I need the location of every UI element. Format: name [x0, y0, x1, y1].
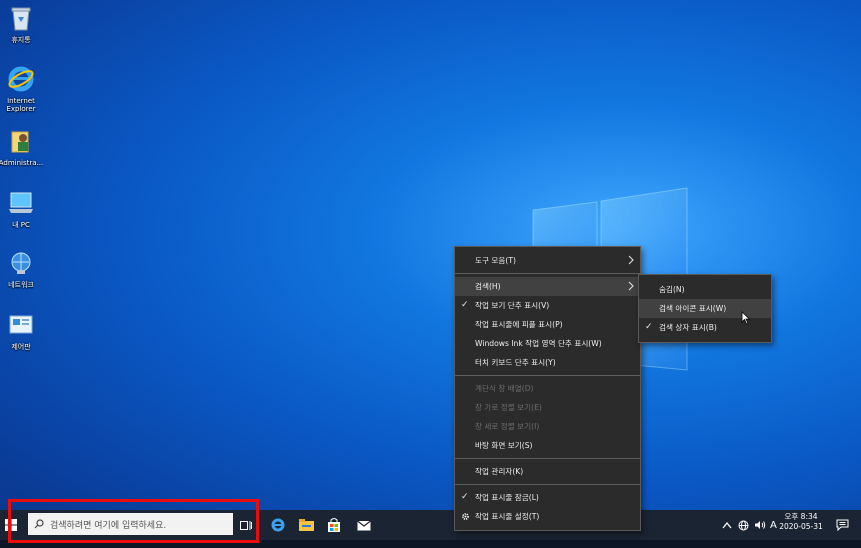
- menu-item-label: 숨김(N): [659, 285, 685, 294]
- volume-icon[interactable]: [754, 520, 766, 530]
- submenu-item-hidden[interactable]: 숨김(N): [639, 280, 771, 299]
- search-highlight-annotation: [8, 499, 259, 543]
- chevron-right-icon: [628, 281, 634, 291]
- menu-separator: [455, 458, 640, 459]
- desktop-icon-administrator[interactable]: Administra...: [0, 126, 44, 167]
- submenu-item-show-search-icon[interactable]: 검색 아이콘 표시(W): [639, 299, 771, 318]
- desktop-icon-my-pc[interactable]: 내 PC: [0, 188, 42, 229]
- submenu-item-show-search-box[interactable]: ✓ 검색 상자 표시(B): [639, 318, 771, 337]
- file-explorer-icon: [298, 519, 314, 531]
- menu-item-cascade-windows: 계단식 창 배열(D): [455, 379, 640, 398]
- notification-icon: [836, 519, 848, 531]
- menu-item-label: 검색 아이콘 표시(W): [659, 304, 727, 313]
- action-center-button[interactable]: [828, 510, 856, 540]
- menu-item-label: 검색(H): [475, 282, 501, 291]
- taskbar-context-menu: 도구 모음(T) 검색(H) ✓ 작업 보기 단추 표시(V) 작업 표시줄에 …: [454, 246, 641, 531]
- menu-item-label: 창 가로 정렬 보기(E): [475, 403, 542, 412]
- check-icon: ✓: [461, 300, 469, 310]
- internet-explorer-icon: [6, 64, 36, 94]
- menu-item-label: 작업 보기 단추 표시(V): [475, 301, 550, 310]
- task-view-button[interactable]: [232, 510, 260, 540]
- taskbar-clock[interactable]: 오후 8:34 2020-05-31: [776, 512, 826, 532]
- desktop-icon-label: 휴지통: [11, 36, 31, 44]
- store-button[interactable]: [320, 510, 348, 540]
- menu-item-search[interactable]: 검색(H): [455, 277, 640, 296]
- chevron-up-icon[interactable]: [722, 521, 732, 529]
- menu-item-task-manager[interactable]: 작업 관리자(K): [455, 462, 640, 481]
- desktop-icon-label: Internet Explorer: [6, 97, 36, 113]
- menu-item-label: Windows Ink 작업 영역 단추 표시(W): [475, 339, 602, 348]
- menu-item-label: 작업 표시줄에 피플 표시(P): [475, 320, 563, 329]
- store-icon: [328, 518, 340, 532]
- desktop-icon-label: 네트워크: [8, 281, 34, 289]
- menu-item-show-side-by-side: 창 세로 정렬 보기(I): [455, 417, 640, 436]
- menu-separator: [455, 375, 640, 376]
- menu-item-label: 작업 관리자(K): [475, 467, 524, 476]
- file-explorer-button[interactable]: [292, 510, 320, 540]
- menu-item-label: 도구 모음(T): [475, 256, 516, 265]
- clock-time: 오후 8:34: [784, 512, 818, 521]
- edge-icon: [271, 518, 285, 532]
- menu-item-label: 창 세로 정렬 보기(I): [475, 422, 540, 431]
- menu-item-label: 계단식 창 배열(D): [475, 384, 534, 393]
- network-globe-icon[interactable]: [738, 520, 749, 531]
- menu-item-show-people[interactable]: 작업 표시줄에 피플 표시(P): [455, 315, 640, 334]
- mouse-cursor: [741, 310, 751, 329]
- check-icon: ✓: [645, 322, 653, 332]
- mail-icon: [357, 520, 371, 530]
- menu-separator: [455, 273, 640, 274]
- network-icon: [6, 248, 36, 278]
- desktop-icon-internet-explorer[interactable]: Internet Explorer: [0, 64, 42, 113]
- gear-icon: [462, 513, 469, 520]
- menu-item-label: 작업 표시줄 잠금(L): [475, 493, 539, 502]
- task-view-icon: [240, 520, 252, 530]
- menu-item-show-windows-ink[interactable]: Windows Ink 작업 영역 단추 표시(W): [455, 334, 640, 353]
- menu-item-lock-taskbar[interactable]: ✓ 작업 표시줄 잠금(L): [455, 488, 640, 507]
- check-icon: ✓: [461, 492, 469, 502]
- menu-item-label: 터치 키보드 단추 표시(Y): [475, 358, 556, 367]
- desktop-icon-label: Administra...: [0, 159, 44, 167]
- menu-item-show-desktop[interactable]: 바탕 화면 보기(S): [455, 436, 640, 455]
- clock-date: 2020-05-31: [779, 522, 823, 531]
- menu-item-show-task-view[interactable]: ✓ 작업 보기 단추 표시(V): [455, 296, 640, 315]
- control-panel-icon: [6, 310, 36, 340]
- menu-separator: [455, 484, 640, 485]
- chevron-right-icon: [628, 255, 634, 265]
- system-tray: A: [722, 510, 777, 540]
- desktop-icon-recycle-bin[interactable]: 휴지통: [0, 3, 42, 44]
- menu-item-show-touch-keyboard[interactable]: 터치 키보드 단추 표시(Y): [455, 353, 640, 372]
- desktop-icon-label: 내 PC: [12, 221, 30, 229]
- mail-button[interactable]: [350, 510, 378, 540]
- edge-button[interactable]: [264, 510, 292, 540]
- desktop-icon-label: 제어판: [11, 343, 31, 351]
- menu-item-label: 바탕 화면 보기(S): [475, 441, 533, 450]
- menu-item-show-stacked: 창 가로 정렬 보기(E): [455, 398, 640, 417]
- desktop-icon-network[interactable]: 네트워크: [0, 248, 42, 289]
- search-submenu: 숨김(N) 검색 아이콘 표시(W) ✓ 검색 상자 표시(B): [638, 274, 772, 343]
- pointer-icon: [741, 311, 751, 325]
- menu-item-label: 작업 표시줄 설정(T): [475, 512, 540, 521]
- user-folder-icon: [6, 126, 36, 156]
- computer-icon: [6, 188, 36, 218]
- recycle-bin-icon: [6, 3, 36, 33]
- desktop-icon-control-panel[interactable]: 제어판: [0, 310, 42, 351]
- menu-item-label: 검색 상자 표시(B): [659, 323, 717, 332]
- menu-item-taskbar-settings[interactable]: 작업 표시줄 설정(T): [455, 507, 640, 526]
- menu-item-toolbars[interactable]: 도구 모음(T): [455, 251, 640, 270]
